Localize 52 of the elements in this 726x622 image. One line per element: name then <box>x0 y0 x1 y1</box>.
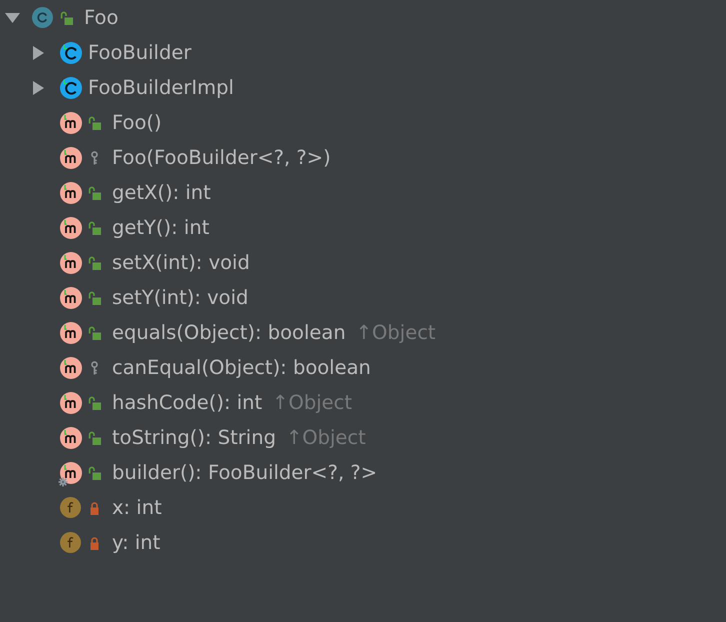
class-icon <box>32 7 53 28</box>
unlocked-padlock-icon <box>88 186 101 200</box>
unlocked-padlock-icon <box>88 430 101 444</box>
tree-item-label[interactable]: x: int <box>112 496 162 519</box>
method-icon <box>60 462 82 484</box>
tree-item-label[interactable]: FooBuilder <box>88 41 192 64</box>
method-icon <box>60 426 82 448</box>
unlocked-padlock-icon <box>88 116 101 130</box>
tree-item-label[interactable]: getY(): int <box>112 216 210 239</box>
field-icon <box>60 497 81 518</box>
expand-triangle-icon[interactable] <box>33 80 44 94</box>
method-icon <box>60 216 82 238</box>
tree-item-label[interactable]: builder(): FooBuilder<?, ?> <box>112 461 378 484</box>
unlocked-padlock-icon <box>88 396 101 410</box>
unlocked-padlock-icon <box>88 326 101 340</box>
tree-item-label[interactable]: hashCode(): int <box>112 391 262 414</box>
unlocked-padlock-icon <box>60 10 73 24</box>
tree-item-label[interactable]: equals(Object): boolean <box>112 321 346 344</box>
collapse-triangle-icon[interactable] <box>5 12 20 22</box>
tree-item-label[interactable]: FooBuilderImpl <box>88 76 234 99</box>
field-icon <box>60 532 81 553</box>
key-icon <box>88 360 101 374</box>
unlocked-padlock-icon <box>88 220 101 234</box>
tree-item-label[interactable]: setY(int): void <box>112 286 248 309</box>
method-icon <box>60 182 82 204</box>
method-icon <box>60 146 82 168</box>
method-icon <box>60 322 82 344</box>
tree-item-label[interactable]: setX(int): void <box>112 251 250 274</box>
unlocked-padlock-icon <box>88 466 101 480</box>
tree-item-label[interactable]: getX(): int <box>112 181 211 204</box>
tree-item-label[interactable]: y: int <box>112 531 160 554</box>
tree-item-label[interactable]: Foo() <box>112 111 162 134</box>
padlock-icon <box>88 500 101 514</box>
inherited-from-label: ↑Object <box>286 426 366 449</box>
class-icon <box>60 42 82 64</box>
tree-item-label[interactable]: Foo <box>84 6 118 29</box>
method-icon <box>60 252 82 274</box>
method-icon <box>60 356 82 378</box>
class-icon <box>60 76 82 98</box>
key-icon <box>88 150 101 164</box>
tree-item-label[interactable]: toString(): String <box>112 426 276 449</box>
tree-item-label[interactable]: Foo(FooBuilder<?, ?>) <box>112 146 331 169</box>
tree-item-label[interactable]: canEqual(Object): boolean <box>112 356 371 379</box>
inherited-from-label: ↑Object <box>356 321 436 344</box>
inherited-from-label: ↑Object <box>272 391 352 414</box>
padlock-icon <box>88 536 101 550</box>
method-icon <box>60 112 82 134</box>
unlocked-padlock-icon <box>88 290 101 304</box>
unlocked-padlock-icon <box>88 256 101 270</box>
method-icon <box>60 392 82 414</box>
method-icon <box>60 286 82 308</box>
expand-triangle-icon[interactable] <box>33 46 44 60</box>
